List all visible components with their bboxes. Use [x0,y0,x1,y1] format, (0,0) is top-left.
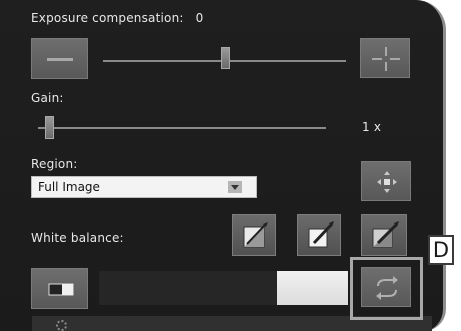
region-dropdown[interactable]: Full Image [31,176,257,198]
gain-slider-thumb[interactable] [45,116,54,139]
white-balance-label: White balance: [31,231,124,245]
split-view-icon [48,283,74,296]
level-bar-light [277,271,348,305]
exposure-label: Exposure compensation: [31,11,184,25]
wb-eyedropper-alt-button[interactable] [361,214,407,256]
exposure-row-label: Exposure compensation: 0 [31,11,204,25]
chevron-down-icon [228,181,242,193]
exposure-minus-button[interactable] [31,38,88,79]
center-target-icon [377,171,397,193]
gear-icon [56,320,67,331]
callout-letter: D [428,235,454,265]
exposure-value: 0 [195,11,204,25]
gain-label: Gain: [31,91,64,105]
screenshot-stage: Exposure compensation: 0 Gain: 1 x Regio… [0,0,461,331]
wb-auto-icon [243,222,268,248]
split-view-button[interactable] [31,268,88,309]
region-label: Region: [31,157,78,171]
gain-slider-track[interactable] [38,127,326,129]
callout-highlight-box [350,257,423,320]
level-bar-dark [99,271,277,305]
exposure-slider-thumb[interactable] [221,47,230,69]
wb-eyedropper-alt-icon [372,221,399,248]
region-center-button[interactable] [361,161,411,201]
minus-icon [47,58,73,61]
region-selected-value: Full Image [38,180,100,194]
plus-icon [372,47,400,71]
exposure-plus-button[interactable] [360,38,410,78]
gain-value: 1 x [362,120,382,134]
wb-auto-button[interactable] [232,214,276,256]
wb-eyedropper-icon [308,221,334,248]
wb-eyedropper-button[interactable] [297,214,341,256]
